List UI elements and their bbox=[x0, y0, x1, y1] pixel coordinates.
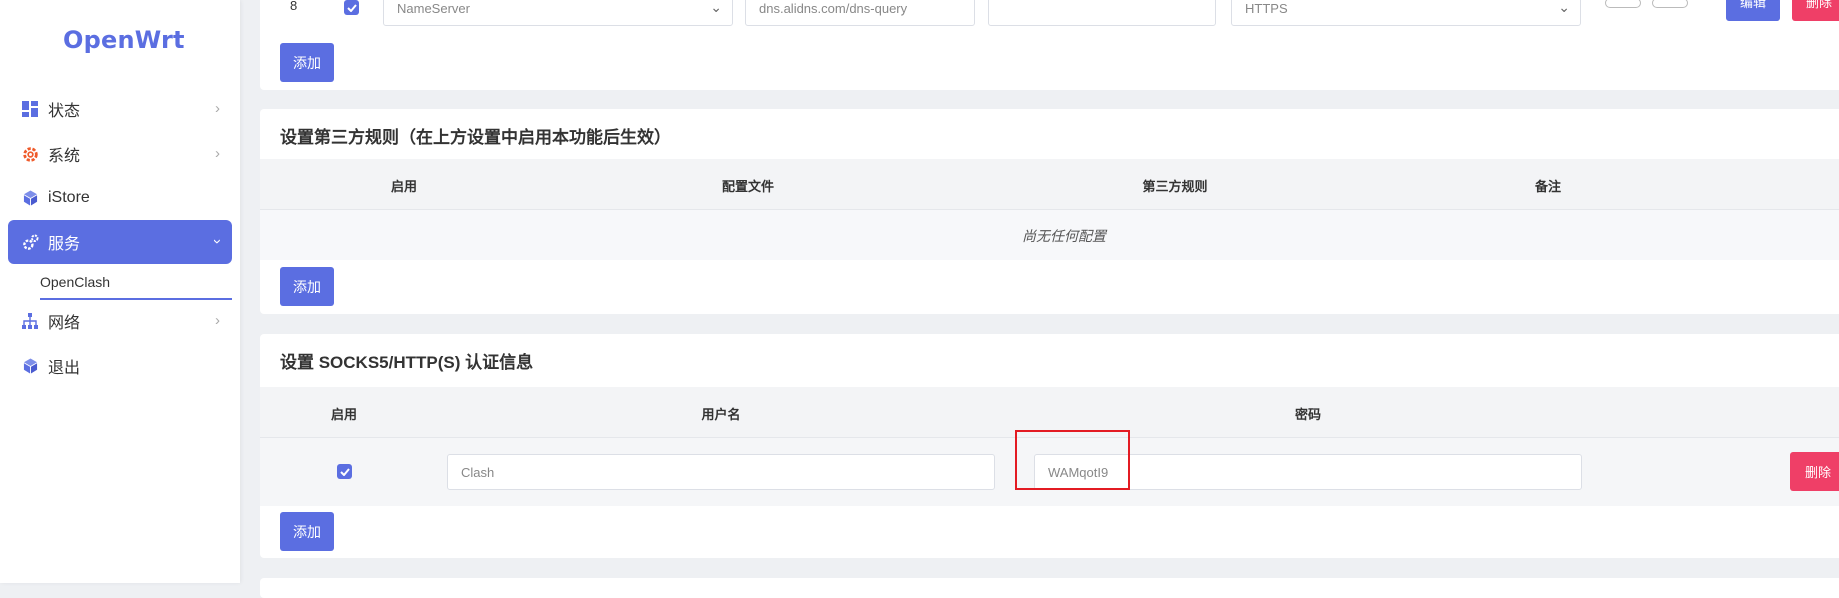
delete-button[interactable]: 删除 bbox=[1790, 452, 1839, 491]
sidebar: OpenWrt 状态 › 系统 › iStore 服务 › OpenClash bbox=[0, 0, 240, 583]
sidebar-subitem-label: OpenClash bbox=[40, 274, 111, 290]
table-row: 8 NameServer ⌄ dns.alidns.com/dns-query … bbox=[260, 0, 1839, 35]
cogs-icon bbox=[20, 232, 40, 252]
sidebar-item-logout[interactable]: 退出 bbox=[8, 344, 232, 388]
empty-text: 尚无任何配置 bbox=[1022, 228, 1106, 244]
edit-button[interactable]: 编辑 bbox=[1726, 0, 1780, 21]
chevron-right-icon: › bbox=[215, 100, 220, 117]
section-title: 设置 SOCKS5/HTTP(S) 认证信息 bbox=[280, 353, 534, 372]
button-label: 删除 bbox=[1805, 0, 1832, 10]
sidebar-item-label: 退出 bbox=[48, 360, 81, 377]
network-icon bbox=[20, 311, 40, 331]
add-button[interactable]: 添加 bbox=[280, 267, 334, 306]
gear-icon bbox=[20, 144, 40, 164]
sidebar-item-label: 系统 bbox=[48, 148, 81, 165]
chevron-down-icon: ⌄ bbox=[1558, 0, 1570, 15]
sidebar-item-services[interactable]: 服务 › bbox=[8, 220, 232, 264]
select-value: NameServer bbox=[397, 0, 470, 16]
sidebar-item-label: 服务 bbox=[48, 236, 81, 253]
button-label: 添加 bbox=[293, 278, 321, 295]
table-header: 启用 配置文件 第三方规则 备注 bbox=[260, 159, 1839, 209]
chevron-right-icon: › bbox=[215, 145, 220, 162]
highlight-annotation bbox=[1015, 430, 1130, 490]
input-placeholder: Clash bbox=[461, 464, 495, 480]
sidebar-subitem-openclash[interactable]: OpenClash bbox=[40, 274, 232, 300]
enable-checkbox[interactable] bbox=[337, 464, 352, 479]
add-button[interactable]: 添加 bbox=[280, 512, 334, 551]
chevron-right-icon: › bbox=[215, 312, 220, 329]
button-label: 添加 bbox=[293, 54, 321, 71]
sidebar-item-network[interactable]: 网络 › bbox=[8, 299, 232, 343]
dns-servers-card: 8 NameServer ⌄ dns.alidns.com/dns-query … bbox=[260, 0, 1839, 90]
dns-port-input[interactable] bbox=[988, 0, 1216, 26]
third-party-rules-card: 设置第三方规则（在上方设置中启用本功能后生效） 启用 配置文件 第三方规则 备注… bbox=[260, 109, 1839, 314]
sidebar-item-label: 状态 bbox=[48, 103, 81, 120]
cube-icon bbox=[20, 188, 40, 208]
chevron-down-icon: › bbox=[209, 239, 226, 244]
column-header: 第三方规则 bbox=[1142, 179, 1208, 194]
column-header: 启用 bbox=[330, 407, 358, 422]
username-input[interactable]: Clash bbox=[447, 454, 995, 490]
openwrt-logo[interactable]: OpenWrt bbox=[63, 26, 185, 54]
input-value: dns.alidns.com/dns-query bbox=[759, 0, 908, 16]
next-card bbox=[260, 578, 1839, 598]
sidebar-item-system[interactable]: 系统 › bbox=[8, 132, 232, 176]
column-header: 配置文件 bbox=[721, 179, 775, 194]
cube-icon bbox=[20, 356, 40, 376]
button-label: 删除 bbox=[1804, 465, 1831, 480]
chevron-down-icon: ⌄ bbox=[710, 0, 722, 15]
dns-address-input[interactable]: dns.alidns.com/dns-query bbox=[745, 0, 975, 26]
empty-row: 尚无任何配置 bbox=[260, 209, 1839, 260]
dashboard-icon bbox=[20, 99, 40, 119]
column-header: 备注 bbox=[1534, 179, 1562, 194]
move-up-button[interactable] bbox=[1605, 0, 1641, 8]
delete-button[interactable]: 删除 bbox=[1792, 0, 1839, 21]
column-header: 启用 bbox=[390, 179, 418, 194]
select-value: HTTPS bbox=[1245, 0, 1288, 16]
move-down-button[interactable] bbox=[1652, 0, 1688, 8]
sidebar-item-istore[interactable]: iStore bbox=[8, 176, 232, 220]
row-index: 8 bbox=[290, 0, 298, 13]
button-label: 添加 bbox=[293, 523, 321, 540]
sidebar-item-label: 网络 bbox=[48, 315, 81, 332]
add-button[interactable]: 添加 bbox=[280, 43, 334, 82]
button-label: 编辑 bbox=[1739, 0, 1766, 10]
enable-checkbox[interactable] bbox=[344, 0, 359, 15]
sidebar-item-label: iStore bbox=[48, 189, 90, 206]
dns-protocol-select[interactable]: HTTPS ⌄ bbox=[1231, 0, 1581, 26]
column-header: 用户名 bbox=[701, 407, 741, 422]
section-title: 设置第三方规则（在上方设置中启用本功能后生效） bbox=[280, 128, 671, 147]
dns-type-select[interactable]: NameServer ⌄ bbox=[383, 0, 733, 26]
column-header: 密码 bbox=[1294, 407, 1322, 422]
sidebar-item-status[interactable]: 状态 › bbox=[8, 87, 232, 131]
